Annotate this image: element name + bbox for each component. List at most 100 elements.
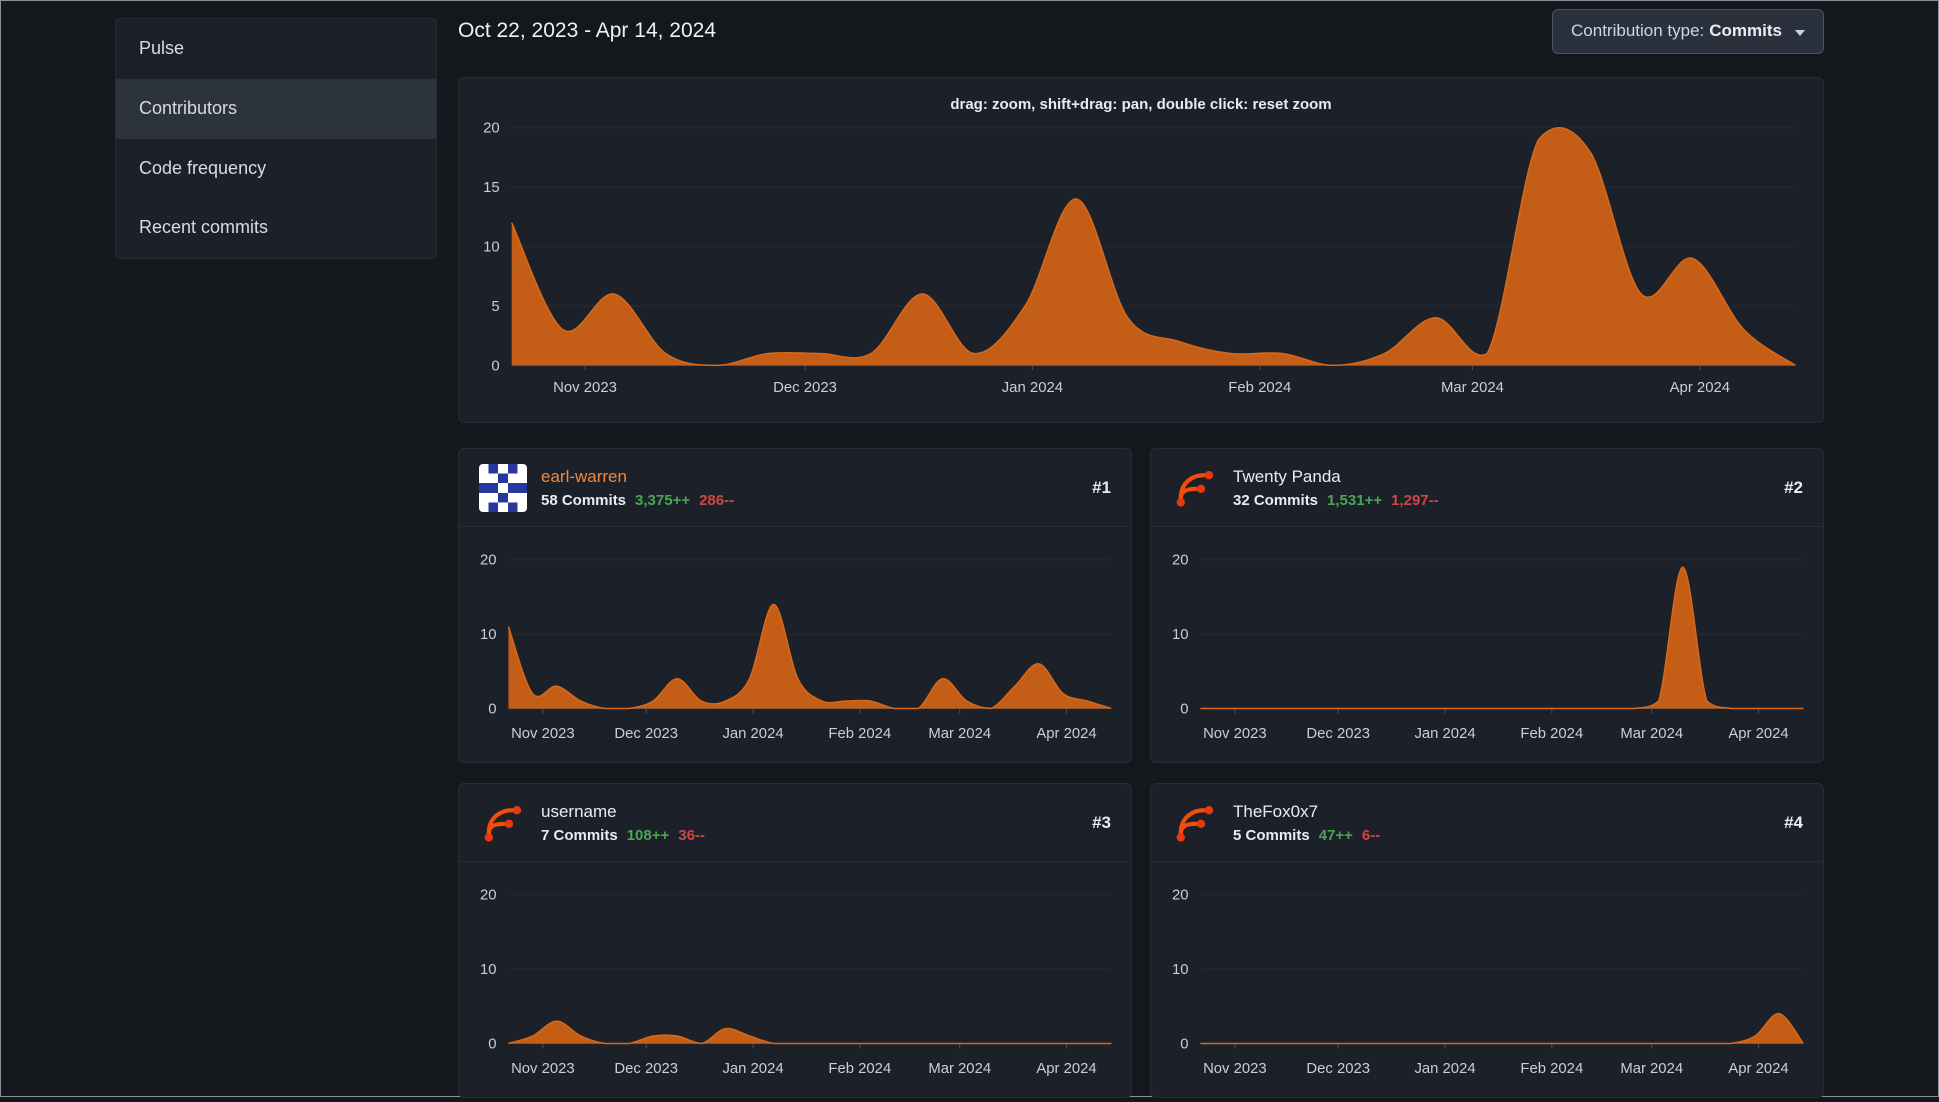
contributor-info: username 7 Commits 108++ 36-- [541, 802, 705, 844]
svg-text:Dec 2023: Dec 2023 [773, 380, 837, 396]
contributor-card-earl-warren: earl-warren 58 Commits 3,375++ 286-- #1 … [458, 448, 1132, 763]
avatar[interactable] [479, 799, 527, 847]
svg-text:Dec 2023: Dec 2023 [1306, 726, 1370, 742]
svg-text:Mar 2024: Mar 2024 [928, 1061, 991, 1077]
avatar[interactable] [1171, 464, 1219, 512]
svg-text:Dec 2023: Dec 2023 [614, 726, 678, 742]
commit-count: 7 Commits [541, 827, 618, 844]
commit-count: 58 Commits [541, 492, 626, 509]
avatar[interactable] [1171, 799, 1219, 847]
content-header: Oct 22, 2023 - Apr 14, 2024 Contribution… [458, 0, 1824, 62]
date-range-title: Oct 22, 2023 - Apr 14, 2024 [458, 19, 716, 43]
deletions-count: 1,297-- [1391, 492, 1439, 509]
forgejo-logo-icon [1171, 464, 1219, 512]
repo-contributors-page: Pulse Contributors Code frequency Recent… [0, 0, 1939, 1097]
deletions-count: 36-- [678, 827, 705, 844]
svg-text:Jan 2024: Jan 2024 [722, 1061, 783, 1077]
forgejo-logo-icon [479, 799, 527, 847]
svg-text:20: 20 [1172, 888, 1189, 904]
contributor-name-link[interactable]: Twenty Panda [1233, 467, 1439, 487]
contributor-info: earl-warren 58 Commits 3,375++ 286-- [541, 467, 734, 509]
svg-text:20: 20 [480, 553, 497, 569]
svg-text:Mar 2024: Mar 2024 [928, 726, 991, 742]
contributor-card-header: username 7 Commits 108++ 36-- #3 [459, 784, 1131, 862]
svg-text:0: 0 [488, 701, 496, 717]
contributor-card-header: Twenty Panda 32 Commits 1,531++ 1,297-- … [1151, 449, 1823, 527]
contributor-rank: #1 [1092, 478, 1111, 498]
contributor-chart-thefox0x7[interactable]: 01020Nov 2023Dec 2023Jan 2024Feb 2024Mar… [1151, 862, 1823, 1097]
contribution-type-value: Commits [1709, 21, 1782, 41]
sidebar-item-pulse[interactable]: Pulse [116, 19, 436, 79]
svg-text:Apr 2024: Apr 2024 [1728, 1061, 1788, 1077]
activity-sidebar-menu: Pulse Contributors Code frequency Recent… [115, 18, 437, 259]
contributor-card-header: earl-warren 58 Commits 3,375++ 286-- #1 [459, 449, 1131, 527]
sidebar-item-contributors[interactable]: Contributors [116, 79, 436, 139]
svg-text:5: 5 [491, 299, 499, 315]
svg-text:Jan 2024: Jan 2024 [1414, 726, 1475, 742]
svg-text:Apr 2024: Apr 2024 [1728, 726, 1788, 742]
svg-text:0: 0 [1180, 701, 1188, 717]
svg-text:Apr 2024: Apr 2024 [1036, 1061, 1096, 1077]
contributor-card-header: TheFox0x7 5 Commits 47++ 6-- #4 [1151, 784, 1823, 862]
sidebar-item-recent-commits[interactable]: Recent commits [116, 198, 436, 258]
overall-contributions-card: drag: zoom, shift+drag: pan, double clic… [458, 77, 1824, 423]
forgejo-logo-icon [1171, 799, 1219, 847]
contributor-chart-username[interactable]: 01020Nov 2023Dec 2023Jan 2024Feb 2024Mar… [459, 862, 1131, 1097]
contributor-name-link[interactable]: earl-warren [541, 467, 734, 487]
overall-contributions-chart[interactable]: 05101520Nov 2023Dec 2023Jan 2024Feb 2024… [459, 78, 1823, 422]
svg-text:Nov 2023: Nov 2023 [1203, 726, 1267, 742]
contributor-chart-twenty-panda[interactable]: 01020Nov 2023Dec 2023Jan 2024Feb 2024Mar… [1151, 527, 1823, 762]
svg-text:15: 15 [483, 180, 500, 196]
contributor-cards-grid: earl-warren 58 Commits 3,375++ 286-- #1 … [458, 448, 1824, 1098]
contributor-chart-earl-warren[interactable]: 01020Nov 2023Dec 2023Jan 2024Feb 2024Mar… [459, 527, 1131, 762]
svg-text:Nov 2023: Nov 2023 [553, 380, 617, 396]
main-content: Oct 22, 2023 - Apr 14, 2024 Contribution… [458, 0, 1824, 1098]
contributor-stats: 58 Commits 3,375++ 286-- [541, 492, 734, 509]
contributor-info: Twenty Panda 32 Commits 1,531++ 1,297-- [1233, 467, 1439, 509]
svg-text:Feb 2024: Feb 2024 [828, 726, 891, 742]
svg-text:Feb 2024: Feb 2024 [1520, 1061, 1583, 1077]
svg-text:0: 0 [491, 358, 499, 374]
contributor-info: TheFox0x7 5 Commits 47++ 6-- [1233, 802, 1380, 844]
sidebar-item-code-frequency[interactable]: Code frequency [116, 139, 436, 199]
contributor-rank: #3 [1092, 813, 1111, 833]
contributor-card-username: username 7 Commits 108++ 36-- #3 01020No… [458, 783, 1132, 1098]
svg-text:0: 0 [1180, 1036, 1188, 1052]
svg-text:Feb 2024: Feb 2024 [828, 1061, 891, 1077]
additions-count: 108++ [627, 827, 670, 844]
deletions-count: 6-- [1362, 827, 1380, 844]
svg-text:Jan 2024: Jan 2024 [1414, 1061, 1475, 1077]
svg-text:10: 10 [1172, 627, 1189, 643]
svg-text:Nov 2023: Nov 2023 [511, 1061, 575, 1077]
svg-text:Dec 2023: Dec 2023 [1306, 1061, 1370, 1077]
svg-text:Apr 2024: Apr 2024 [1670, 380, 1730, 396]
deletions-count: 286-- [699, 492, 734, 509]
identicon-avatar-icon [479, 464, 527, 512]
svg-text:Apr 2024: Apr 2024 [1036, 726, 1096, 742]
contributor-stats: 5 Commits 47++ 6-- [1233, 827, 1380, 844]
commit-count: 32 Commits [1233, 492, 1318, 509]
contributor-name-link[interactable]: username [541, 802, 705, 822]
contributor-card-twenty-panda: Twenty Panda 32 Commits 1,531++ 1,297-- … [1150, 448, 1824, 763]
contributor-rank: #4 [1784, 813, 1803, 833]
svg-text:20: 20 [1172, 553, 1189, 569]
contribution-type-label: Contribution type: [1571, 21, 1704, 41]
svg-text:10: 10 [1172, 962, 1189, 978]
contributor-stats: 7 Commits 108++ 36-- [541, 827, 705, 844]
svg-text:10: 10 [483, 239, 500, 255]
commit-count: 5 Commits [1233, 827, 1310, 844]
chart-zoom-hint: drag: zoom, shift+drag: pan, double clic… [459, 96, 1823, 113]
contributor-stats: 32 Commits 1,531++ 1,297-- [1233, 492, 1439, 509]
svg-text:Feb 2024: Feb 2024 [1520, 726, 1583, 742]
chevron-down-icon [1795, 30, 1805, 36]
svg-text:20: 20 [480, 888, 497, 904]
svg-text:20: 20 [483, 121, 500, 137]
additions-count: 1,531++ [1327, 492, 1382, 509]
svg-text:10: 10 [480, 962, 497, 978]
svg-text:Jan 2024: Jan 2024 [722, 726, 783, 742]
additions-count: 3,375++ [635, 492, 690, 509]
contribution-type-dropdown[interactable]: Contribution type: Commits [1552, 9, 1824, 54]
svg-text:Dec 2023: Dec 2023 [614, 1061, 678, 1077]
contributor-name-link[interactable]: TheFox0x7 [1233, 802, 1380, 822]
avatar[interactable] [479, 464, 527, 512]
